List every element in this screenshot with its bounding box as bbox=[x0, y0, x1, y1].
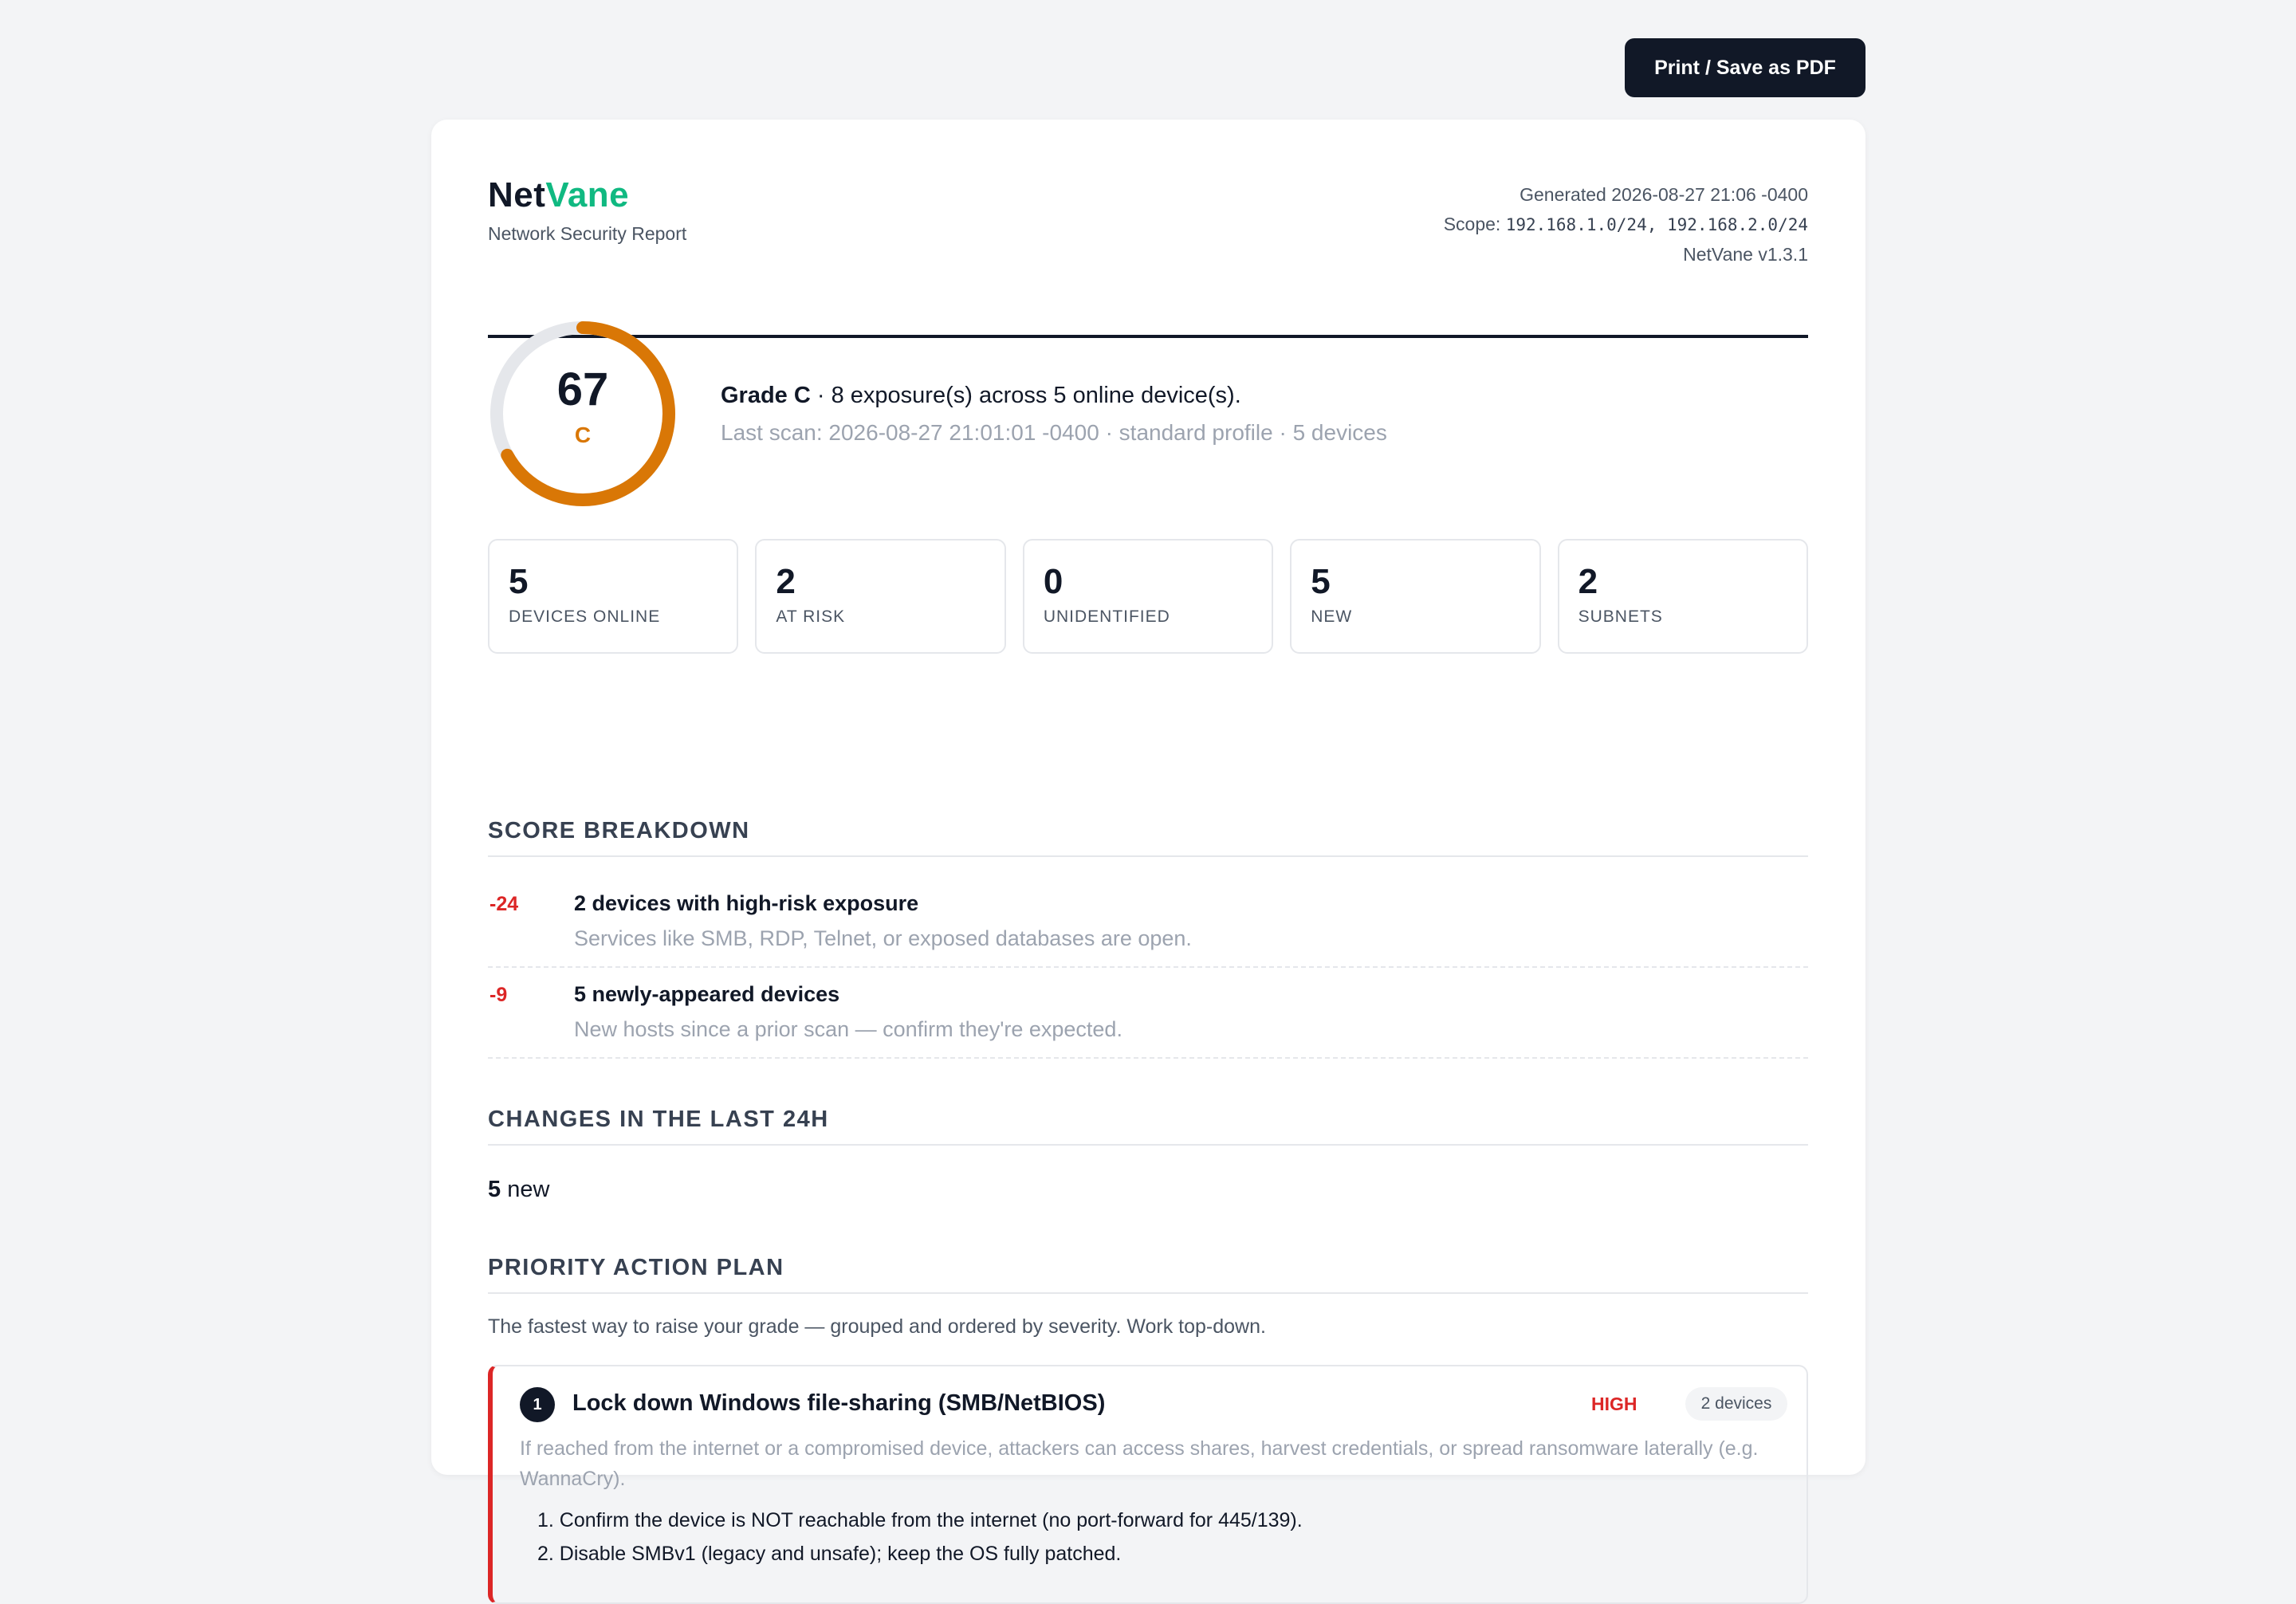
action-description: If reached from the internet or a compro… bbox=[520, 1437, 1759, 1490]
last-scan-info: Last scan: 2026-08-27 21:01:01 -0400 · s… bbox=[721, 420, 1387, 445]
breakdown-points: -24 bbox=[489, 893, 519, 915]
breakdown-desc: Services like SMB, RDP, Telnet, or expos… bbox=[574, 926, 1192, 950]
report-meta: Generated 2026-08-27 21:06 -0400 Scope: … bbox=[1444, 180, 1808, 269]
section-title-changes: CHANGES IN THE LAST 24H bbox=[488, 1107, 1808, 1146]
app-version: NetVane v1.3.1 bbox=[1683, 244, 1808, 265]
stat-at-risk: 2 AT RISK bbox=[755, 539, 1006, 654]
action-item: 1 Lock down Windows file-sharing (SMB/Ne… bbox=[488, 1365, 1808, 1604]
breakdown-item: -24 2 devices with high-risk exposure Se… bbox=[488, 877, 1808, 968]
action-step: 1. Confirm the device is NOT reachable f… bbox=[537, 1509, 1303, 1531]
breakdown-desc: New hosts since a prior scan — confirm t… bbox=[574, 1017, 1122, 1041]
grade-label: Grade C bbox=[721, 383, 811, 408]
action-plan-intro: The fastest way to raise your grade — gr… bbox=[488, 1315, 1266, 1338]
report-header: NetVane Network Security Report Generate… bbox=[488, 175, 1808, 338]
breakdown-points: -9 bbox=[489, 984, 508, 1006]
action-title: Lock down Windows file-sharing (SMB/NetB… bbox=[572, 1390, 1106, 1416]
stat-devices-online: 5 DEVICES ONLINE bbox=[488, 539, 739, 654]
scan-scope: Scope: 192.168.1.0/24, 192.168.2.0/24 bbox=[1443, 214, 1808, 234]
action-number-badge: 1 bbox=[520, 1387, 555, 1422]
section-title-score-breakdown: SCORE BREAKDOWN bbox=[488, 818, 1808, 857]
breakdown-title: 2 devices with high-risk exposure bbox=[574, 891, 919, 915]
score-value: 67 bbox=[556, 364, 609, 415]
severity-label: HIGH bbox=[1591, 1394, 1637, 1414]
breakdown-item: -9 5 newly-appeared devices New hosts si… bbox=[488, 968, 1808, 1059]
stat-subnets: 2 SUBNETS bbox=[1557, 539, 1809, 654]
report-card: NetVane Network Security Report Generate… bbox=[431, 120, 1866, 1604]
print-save-pdf-button[interactable]: Print / Save as PDF bbox=[1625, 38, 1866, 97]
device-count-badge: 2 devices bbox=[1685, 1387, 1787, 1421]
action-steps: 1. Confirm the device is NOT reachable f… bbox=[537, 1504, 1303, 1571]
stat-new: 5 NEW bbox=[1290, 539, 1541, 654]
generated-timestamp: Generated 2026-08-27 21:06 -0400 bbox=[1520, 184, 1808, 205]
changes-summary: 5 new bbox=[488, 1177, 550, 1202]
header-divider bbox=[488, 335, 1808, 338]
exposure-summary: · 8 exposure(s) across 5 online device(s… bbox=[810, 383, 1241, 408]
stat-unidentified: 0 UNIDENTIFIED bbox=[1022, 539, 1274, 654]
action-step: 2. Disable SMBv1 (legacy and unsafe); ke… bbox=[537, 1543, 1122, 1565]
stats-row: 5 DEVICES ONLINE 2 AT RISK 0 UNIDENTIFIED 5… bbox=[488, 539, 1809, 654]
section-title-action-plan: PRIORITY ACTION PLAN bbox=[488, 1255, 1808, 1294]
score-summary: Grade C · 8 exposure(s) across 5 online … bbox=[721, 383, 1387, 446]
breakdown-title: 5 newly-appeared devices bbox=[574, 982, 840, 1006]
score-grade: C bbox=[574, 423, 592, 447]
